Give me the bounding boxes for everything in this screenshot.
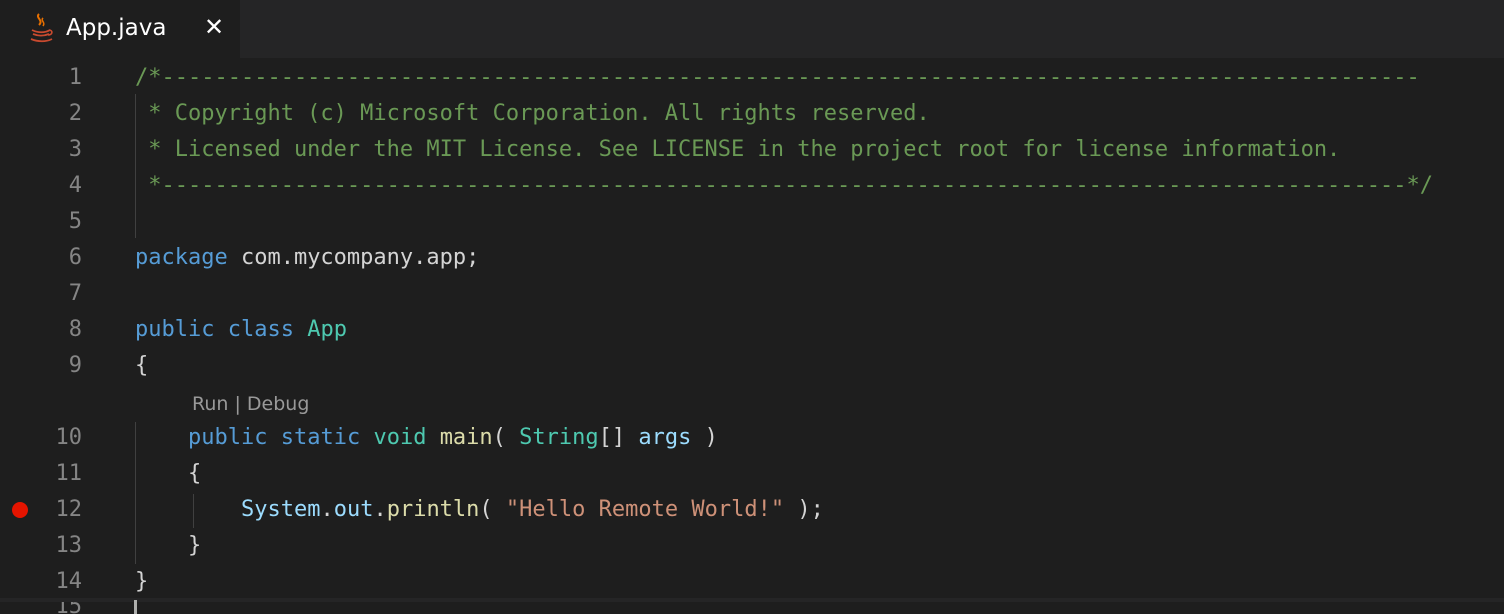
line-number[interactable]: 13 xyxy=(30,528,83,564)
tab-label: App.java xyxy=(66,15,167,41)
code-text: } xyxy=(135,528,201,564)
code-token: } xyxy=(135,569,149,594)
tab-bar: App.java ✕ xyxy=(0,0,1504,58)
code-token: *---------------------------------------… xyxy=(135,173,1434,198)
code-line[interactable]: 10 public static void main( String[] arg… xyxy=(0,420,1504,456)
code-token: out xyxy=(333,497,374,522)
line-number[interactable]: 4 xyxy=(30,168,82,204)
code-line[interactable]: 12 System.out.println( "Hello Remote Wor… xyxy=(0,492,1504,528)
editor-window: App.java ✕ 1 /*--------------------------… xyxy=(0,0,1504,614)
code-token: ); xyxy=(784,497,824,522)
line-number[interactable]: 9 xyxy=(30,348,82,384)
code-text: public static void main( String[] args ) xyxy=(135,420,718,456)
code-token: * Copyright (c) Microsoft Corporation. A… xyxy=(135,101,930,126)
code-line[interactable]: 6 package com.mycompany.app; xyxy=(0,240,1504,276)
code-token: com.mycompany.app; xyxy=(227,245,480,270)
code-token: System xyxy=(240,497,321,522)
code-token: ) xyxy=(691,425,718,450)
code-token: public xyxy=(187,425,268,450)
codelens-run-debug[interactable]: Run | Debug xyxy=(192,391,309,417)
code-line[interactable]: 11 { xyxy=(0,456,1504,492)
code-line[interactable]: 15 xyxy=(0,600,1504,614)
code-token: main xyxy=(439,425,493,450)
code-token: * Licensed under the MIT License. See LI… xyxy=(135,137,1341,162)
code-line[interactable]: 4 *-------------------------------------… xyxy=(0,168,1504,204)
code-text: } xyxy=(135,564,148,600)
line-number[interactable]: 2 xyxy=(30,96,82,132)
code-line[interactable]: 14} xyxy=(0,564,1504,600)
code-token: /*--------------------------------------… xyxy=(135,65,1420,90)
line-number[interactable]: 6 xyxy=(30,240,82,276)
code-token: ( xyxy=(492,425,520,450)
code-text: { xyxy=(135,456,201,492)
code-token: args xyxy=(638,425,692,450)
code-line[interactable]: 13 } xyxy=(0,528,1504,564)
code-editor[interactable]: 1 /*-------------------------------------… xyxy=(0,58,1504,614)
tab-app-java[interactable]: App.java ✕ xyxy=(0,0,240,58)
code-token: . xyxy=(373,497,387,522)
code-text: package com.mycompany.app; xyxy=(135,240,479,276)
code-text: * Licensed under the MIT License. See LI… xyxy=(135,132,1340,168)
line-number[interactable]: 12 xyxy=(30,492,83,528)
code-token: [] xyxy=(598,425,639,450)
code-token: void xyxy=(373,425,427,450)
code-token: static xyxy=(280,425,361,450)
code-text: *---------------------------------------… xyxy=(135,168,1433,204)
horizontal-scrollbar[interactable] xyxy=(0,598,1504,602)
line-number[interactable]: 5 xyxy=(30,204,82,240)
java-icon xyxy=(28,12,54,44)
line-number[interactable]: 15 xyxy=(30,600,83,614)
code-line[interactable]: 2 * Copyright (c) Microsoft Corporation.… xyxy=(0,96,1504,132)
code-token: } xyxy=(135,533,202,558)
line-number[interactable]: 7 xyxy=(30,276,82,312)
code-token: println xyxy=(386,497,480,522)
code-text: * Copyright (c) Microsoft Corporation. A… xyxy=(135,96,930,132)
code-line[interactable]: 9{ xyxy=(0,348,1504,384)
line-number[interactable]: 11 xyxy=(30,456,83,492)
code-token: "Hello Remote World!" xyxy=(505,497,785,522)
code-token: { xyxy=(135,461,202,486)
line-number[interactable]: 3 xyxy=(30,132,82,168)
code-line[interactable]: 5 xyxy=(0,204,1504,240)
line-number[interactable]: 1 xyxy=(30,60,82,96)
code-token: { xyxy=(135,353,149,378)
code-token: public xyxy=(135,317,215,342)
line-number[interactable]: 14 xyxy=(30,564,83,600)
code-token: App xyxy=(307,317,347,342)
code-text: System.out.println( "Hello Remote World!… xyxy=(135,492,824,528)
code-token: class xyxy=(227,317,294,342)
line-number[interactable]: 8 xyxy=(30,312,82,348)
code-token: package xyxy=(135,245,228,270)
code-line[interactable]: 1 /*-------------------------------------… xyxy=(0,60,1504,96)
code-token: String xyxy=(519,425,599,450)
code-text: public class App xyxy=(135,312,347,348)
close-icon[interactable]: ✕ xyxy=(201,14,227,40)
code-text: { xyxy=(135,348,148,384)
code-line[interactable]: 8 public class App xyxy=(0,312,1504,348)
code-line[interactable]: 7 xyxy=(0,276,1504,312)
code-token: ( xyxy=(479,497,506,522)
code-text: /*--------------------------------------… xyxy=(135,60,1420,96)
code-line[interactable]: 3 * Licensed under the MIT License. See … xyxy=(0,132,1504,168)
code-token: . xyxy=(320,497,334,522)
text-cursor xyxy=(134,600,137,614)
breakpoint-icon[interactable] xyxy=(12,502,28,518)
line-number[interactable]: 10 xyxy=(30,420,83,456)
